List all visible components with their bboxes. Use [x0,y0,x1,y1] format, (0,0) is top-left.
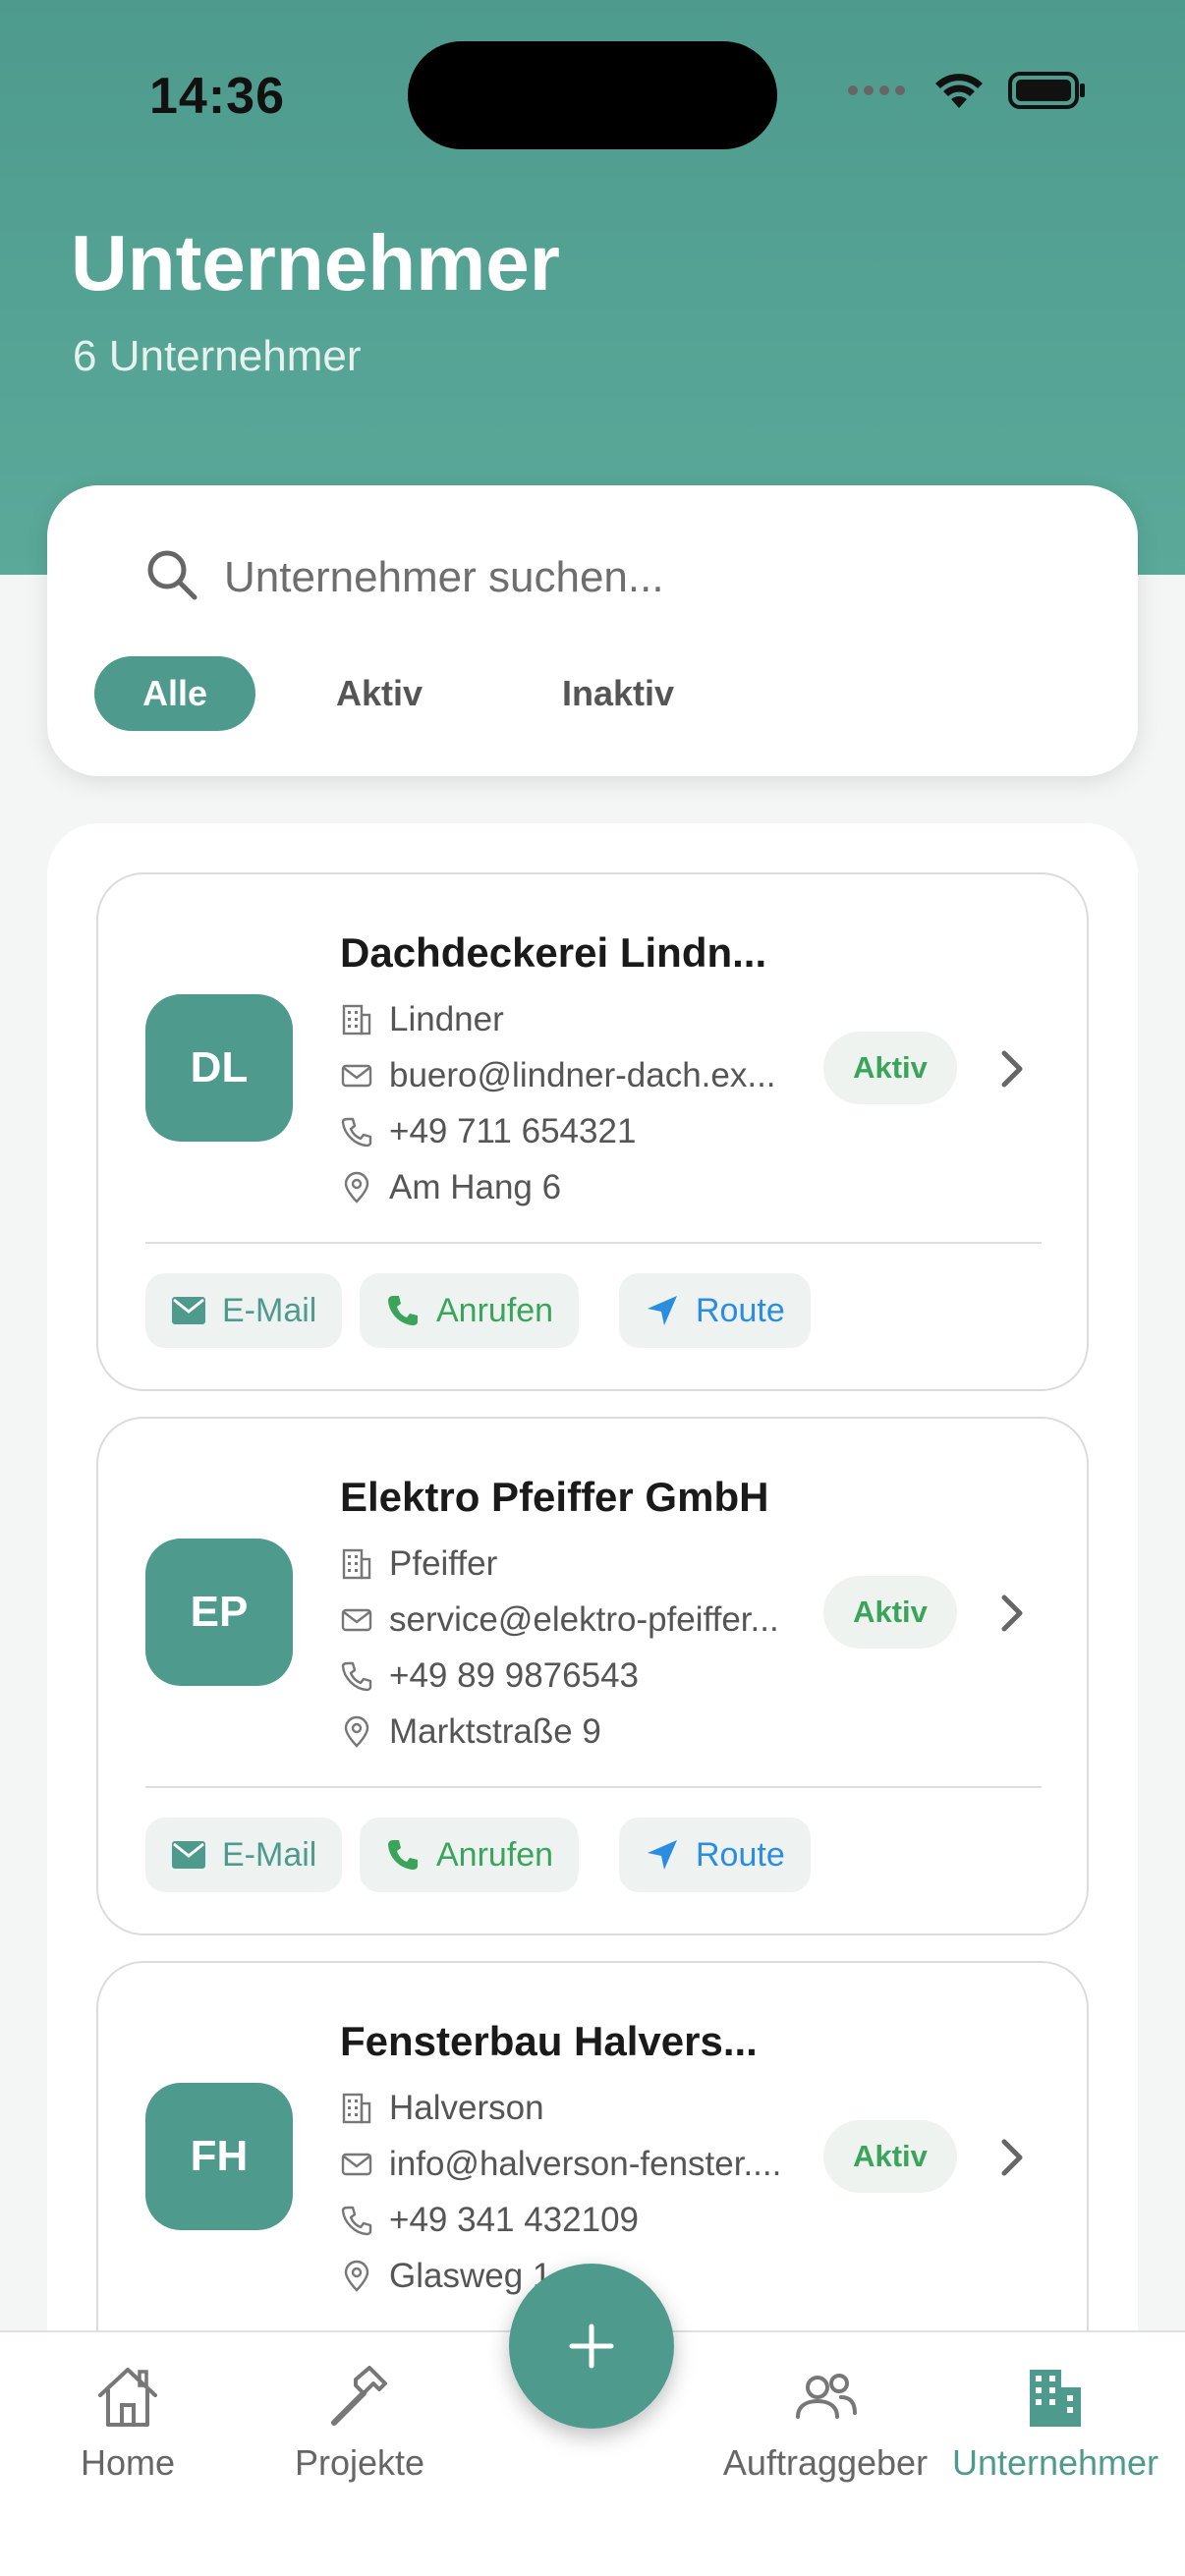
users-icon [796,2374,857,2419]
address-row: Marktstraße 9 [340,1712,601,1752]
contractor-name: Dachdeckerei Lindn... [340,929,767,976]
nav-clients-label: Auftraggeber [722,2442,929,2483]
status-badge: Aktiv [823,1576,957,1649]
phone-text: +49 89 9876543 [389,1656,640,1695]
mail-icon [341,1608,372,1632]
chevron-right-icon[interactable] [992,1592,1032,1635]
email-button-label: E-Mail [222,1291,317,1329]
contractor-card[interactable]: DL Dachdeckerei Lindn... Lindner buero@l… [96,872,1089,1391]
address-row: Am Hang 6 [340,1168,561,1207]
location-pin-icon [344,1715,369,1748]
building-icon [342,1004,371,1036]
email-button-label: E-Mail [222,1835,317,1874]
wifi-icon [935,74,983,108]
phone-row: +49 711 654321 [340,1112,636,1151]
nav-projects[interactable]: Projekte [281,2362,438,2484]
email-button[interactable]: E-Mail [145,1273,343,1348]
phone-row: +49 341 432109 [340,2201,639,2240]
mail-icon [341,2153,372,2176]
home-icon [98,2368,157,2427]
nav-clients[interactable]: Auftraggeber [709,2362,941,2484]
divider [145,1242,1042,1244]
nav-contractors-label: Unternehmer [951,2442,1159,2483]
route-button[interactable]: Route [619,1273,811,1348]
address-text: Marktstraße 9 [389,1712,601,1751]
address-text: Glasweg 1 [389,2257,552,2295]
contact-row: Lindner [340,1000,504,1039]
contact-row: Halverson [340,2089,544,2128]
search-card: Alle Aktiv Inaktiv [47,485,1138,776]
contractor-name: Fensterbau Halvers... [340,2018,758,2064]
call-button[interactable]: Anrufen [360,1818,580,1892]
call-button[interactable]: Anrufen [360,1273,580,1348]
email-text: service@elektro-pfeiffer... [389,1600,779,1639]
status-icons [847,71,1087,110]
navigation-arrow-icon [648,1296,677,1325]
plus-icon [569,2324,614,2369]
phone-text: +49 711 654321 [389,1112,637,1150]
email-row: buero@lindner-dach.ex... [340,1056,776,1095]
contractor-name: Elektro Pfeiffer GmbH [340,1474,769,1520]
search-input[interactable] [224,534,1069,621]
buildings-icon [1030,2370,1081,2427]
avatar: EP [145,1539,293,1686]
contractor-card[interactable]: EP Elektro Pfeiffer GmbH Pfeiffer servic… [96,1417,1089,1935]
contact-name: Pfeiffer [389,1544,498,1583]
filter-active[interactable]: Aktiv [312,656,446,731]
divider [145,1786,1042,1788]
call-button-label: Anrufen [436,1835,554,1874]
contact-name: Lindner [389,1000,504,1038]
contact-row: Pfeiffer [340,1544,497,1584]
status-badge: Aktiv [823,1032,957,1104]
mail-icon [341,1064,372,1088]
nav-contractors[interactable]: Unternehmer [941,2362,1169,2484]
dynamic-island [408,41,777,149]
page-subtitle: 6 Unternehmer [73,332,362,380]
signal-icon [848,85,905,95]
email-text: buero@lindner-dach.ex... [389,1056,776,1094]
avatar: DL [145,994,293,1142]
building-icon [342,2093,371,2124]
route-button[interactable]: Route [619,1818,811,1892]
mail-icon [172,1841,205,1869]
location-pin-icon [344,1171,369,1204]
hammer-icon [331,2366,387,2426]
chevron-right-icon[interactable] [992,2136,1032,2179]
contact-name: Halverson [389,2089,544,2127]
nav-home[interactable]: Home [69,2362,187,2484]
phone-icon [341,1661,372,1692]
filter-inactive[interactable]: Inaktiv [517,656,719,731]
status-badge: Aktiv [823,2120,957,2193]
email-text: info@halverson-fenster.... [389,2145,782,2183]
page-title: Unternehmer [71,219,560,307]
phone-row: +49 89 9876543 [340,1656,639,1696]
avatar: FH [145,2083,293,2230]
route-button-label: Route [696,1291,785,1329]
phone-icon [388,1840,418,1870]
route-button-label: Route [696,1835,785,1874]
status-time: 14:36 [149,68,285,125]
navigation-arrow-icon [648,1840,677,1870]
phone-icon [341,1117,372,1148]
phone-icon [341,2206,372,2236]
mail-icon [172,1297,205,1324]
location-pin-icon [344,2260,369,2292]
email-button[interactable]: E-Mail [145,1818,343,1892]
call-button-label: Anrufen [436,1291,554,1329]
email-row: info@halverson-fenster.... [340,2145,781,2184]
nav-home-label: Home [80,2442,176,2483]
nav-projects-label: Projekte [294,2442,425,2483]
phone-text: +49 341 432109 [389,2201,640,2239]
filter-all[interactable]: Alle [94,656,255,731]
add-button[interactable] [509,2264,674,2429]
battery-icon [1008,72,1085,109]
chevron-right-icon[interactable] [992,1047,1032,1091]
phone-icon [388,1296,418,1325]
address-row: Glasweg 1 [340,2257,551,2296]
search-icon [147,550,198,600]
email-row: service@elektro-pfeiffer... [340,1600,779,1640]
building-icon [342,1548,371,1580]
address-text: Am Hang 6 [389,1168,562,1206]
